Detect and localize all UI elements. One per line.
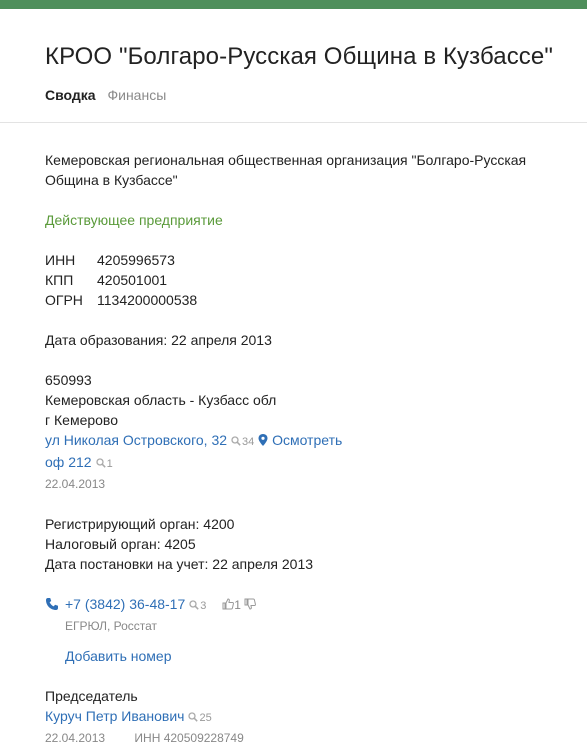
search-icon — [231, 436, 241, 446]
office-link[interactable]: оф 212 — [45, 454, 92, 470]
status-text: Действующее предприятие — [45, 212, 223, 228]
id-value: 420501001 — [97, 272, 168, 288]
tab-finance[interactable]: Финансы — [107, 87, 166, 103]
count-value: 3 — [200, 600, 207, 612]
address-street-row: ул Николая Островского, 32 34 Осмотреть — [45, 430, 565, 452]
count-value: 34 — [242, 436, 255, 448]
head-inn: ИНН 420509228749 — [134, 731, 244, 745]
phone-source: ЕГРЮЛ, Росстат — [65, 619, 158, 633]
search-icon — [95, 458, 106, 468]
phone-votes: 1 — [222, 598, 257, 612]
head-name-row: Куруч Петр Иванович 25 — [45, 706, 565, 728]
id-row-ogrn: ОГРН 1134200000538 — [45, 290, 565, 310]
founded-date: Дата образования: 22 апреля 2013 — [45, 332, 272, 348]
id-label: ИНН — [45, 252, 76, 268]
company-full-name: Кемеровская региональная общественная ор… — [45, 152, 527, 188]
add-phone-link[interactable]: Добавить номер — [65, 648, 171, 664]
phone-row: +7 (3842) 36-48-17 3 1 — [45, 594, 565, 616]
street-link[interactable]: ул Николая Островского, 32 — [45, 432, 227, 448]
page-header: КРОО "Болгаро-Русская Община в Кузбассе"… — [0, 9, 587, 123]
address-office-row: оф 212 1 — [45, 452, 565, 474]
search-icon — [188, 712, 199, 722]
registration-date: Дата постановки на учет: 22 апреля 2013 — [45, 556, 314, 572]
map-view-link[interactable]: Осмотреть — [258, 432, 342, 448]
map-pin-icon — [258, 434, 268, 446]
head-search-count[interactable]: 25 — [188, 712, 212, 724]
phone-icon — [46, 598, 58, 610]
registrar-info: Регистрирующий орган: 4200 — [45, 516, 235, 532]
address-region: Кемеровская область - Кузбасс обл — [45, 392, 277, 408]
id-label: КПП — [45, 272, 74, 288]
id-value: 4205996573 — [97, 252, 175, 268]
id-value: 1134200000538 — [97, 292, 198, 308]
count-value: 25 — [199, 712, 212, 724]
address-city: г Кемерово — [45, 412, 118, 428]
id-row-inn: ИНН 4205996573 — [45, 250, 565, 270]
head-name-link[interactable]: Куруч Петр Иванович — [45, 708, 184, 724]
search-icon — [189, 600, 199, 610]
street-search-count[interactable]: 34 — [231, 436, 254, 448]
likes-count: 1 — [234, 598, 241, 612]
head-meta-row: 22.04.2013 ИНН 420509228749 — [45, 728, 565, 748]
map-view-label: Осмотреть — [272, 432, 343, 448]
thumbs-down-icon[interactable] — [244, 598, 257, 610]
thumbs-up-icon[interactable] — [222, 598, 235, 610]
address-date: 22.04.2013 — [45, 477, 106, 491]
head-date: 22.04.2013 — [45, 731, 106, 745]
id-row-kpp: КПП 420501001 — [45, 270, 565, 290]
office-search-count[interactable]: 1 — [95, 458, 113, 470]
id-label: ОГРН — [45, 292, 83, 308]
tax-authority-info: Налоговый орган: 4205 — [45, 536, 196, 552]
count-value: 1 — [106, 458, 113, 470]
company-details: Кемеровская региональная общественная ор… — [45, 150, 565, 748]
phone-search-count[interactable]: 3 — [189, 600, 206, 612]
head-role: Председатель — [45, 688, 138, 704]
phone-number-link[interactable]: +7 (3842) 36-48-17 — [65, 596, 185, 612]
page-title: КРОО "Болгаро-Русская Община в Кузбассе" — [45, 43, 553, 70]
tab-bar: Сводка Финансы — [45, 87, 174, 103]
tab-summary[interactable]: Сводка — [45, 87, 96, 103]
postal-code: 650993 — [45, 372, 92, 388]
add-phone-row: Добавить номер — [45, 646, 565, 666]
top-accent-bar — [0, 0, 587, 9]
